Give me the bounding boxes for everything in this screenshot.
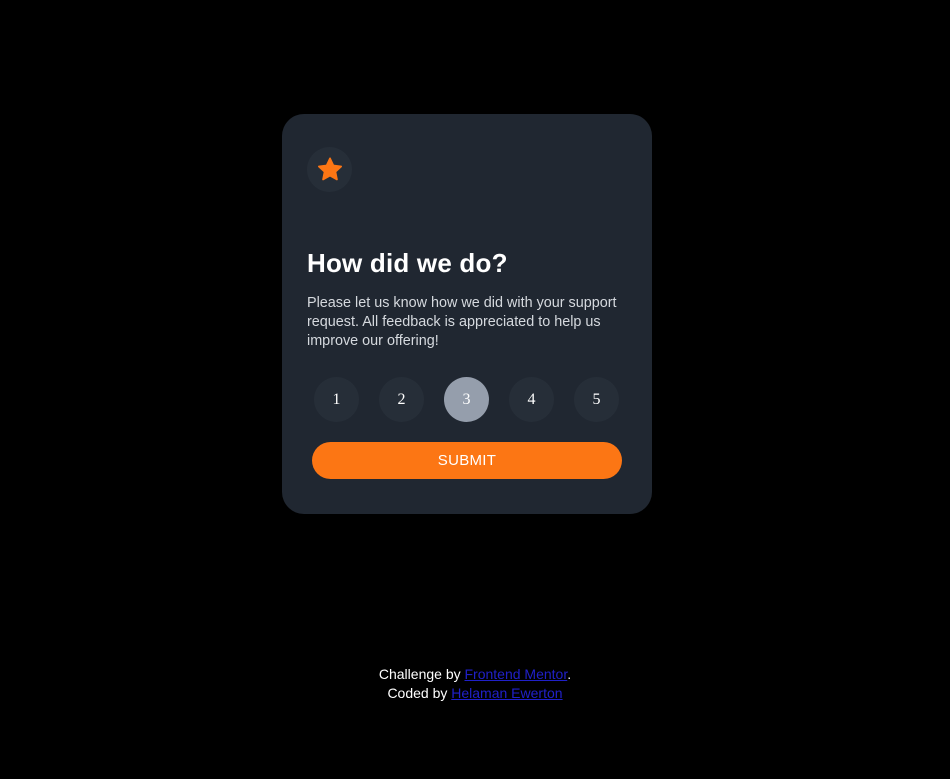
attribution-coded-prefix: Coded by xyxy=(387,685,452,701)
attribution-challenge-line: Challenge by Frontend Mentor. xyxy=(0,665,950,684)
attribution-challenge-prefix: Challenge by xyxy=(378,666,465,682)
attribution-coded-line: Coded by Helaman Ewerton xyxy=(0,684,950,703)
rating-button-2[interactable]: 2 xyxy=(379,377,424,422)
star-icon xyxy=(317,157,342,181)
rating-button-1[interactable]: 1 xyxy=(314,377,359,422)
attribution: Challenge by Frontend Mentor. Coded by H… xyxy=(0,665,950,703)
submit-button[interactable]: SUBMIT xyxy=(312,442,622,479)
frontend-mentor-link[interactable]: Frontend Mentor xyxy=(465,666,568,682)
rating-button-4[interactable]: 4 xyxy=(509,377,554,422)
rating-button-5[interactable]: 5 xyxy=(574,377,619,422)
card-title: How did we do? xyxy=(307,248,508,278)
rating-button-3[interactable]: 3 xyxy=(444,377,489,422)
rating-card: How did we do? Please let us know how we… xyxy=(282,114,652,514)
attribution-challenge-suffix: . xyxy=(567,666,572,682)
card-description: Please let us know how we did with your … xyxy=(307,295,617,349)
star-icon-wrapper xyxy=(307,147,352,192)
rating-options: 1 2 3 4 5 xyxy=(314,377,619,422)
author-link[interactable]: Helaman Ewerton xyxy=(451,685,562,701)
